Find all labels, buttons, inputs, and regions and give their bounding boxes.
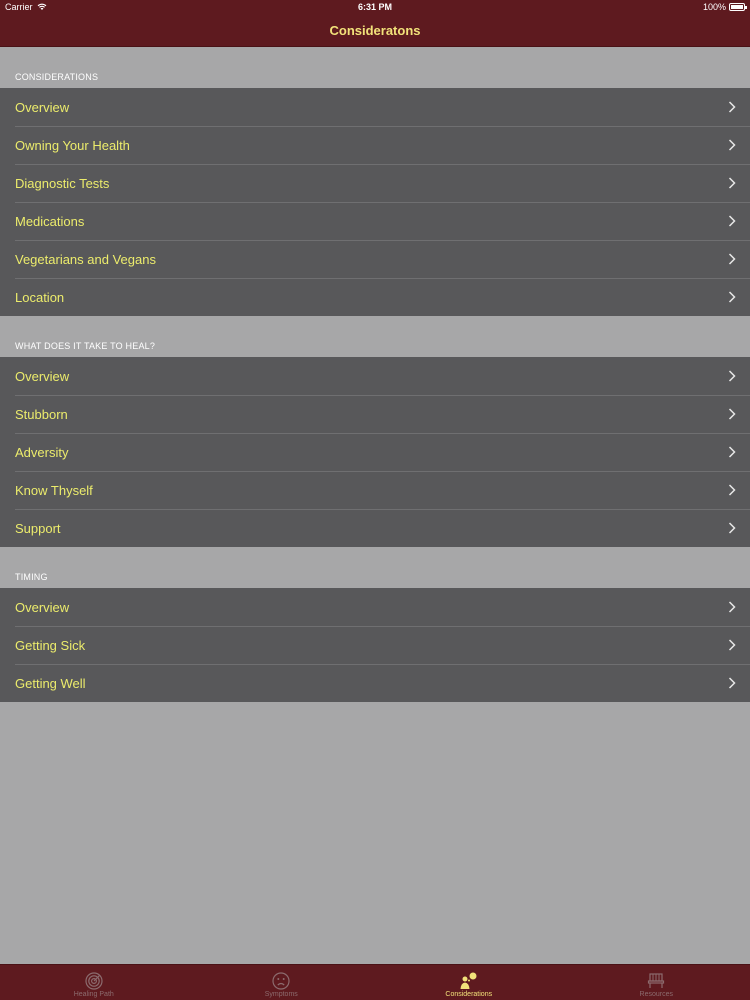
list-item-label: Owning Your Health: [15, 137, 130, 153]
target-icon: [85, 972, 103, 990]
list-item-label: Location: [15, 289, 65, 305]
status-bar: Carrier 6:31 PM 100%: [0, 0, 750, 14]
list-item-label: Overview: [15, 599, 70, 615]
chevron-right-icon: [728, 408, 736, 420]
chevron-right-icon: [728, 446, 736, 458]
list-item-label: Diagnostic Tests: [15, 175, 110, 191]
list-item-label: Vegetarians and Vegans: [15, 251, 156, 267]
list-item-label: Support: [15, 520, 61, 536]
tab-label: Symptoms: [264, 991, 298, 998]
list-item[interactable]: Support: [0, 509, 750, 547]
navigation-bar: Consideratons: [0, 14, 750, 47]
list-item-label: Adversity: [15, 444, 69, 460]
list-item[interactable]: Location: [0, 278, 750, 316]
sad-face-icon: [272, 972, 290, 990]
list-item[interactable]: Getting Well: [0, 664, 750, 702]
tab-label: Healing Path: [73, 991, 114, 998]
section-header-label: TIMING: [15, 572, 48, 582]
list-item-label: Medications: [15, 213, 85, 229]
battery-icon: [729, 3, 747, 11]
chevron-right-icon: [728, 253, 736, 265]
battery-percent: 100%: [702, 2, 726, 12]
chevron-right-icon: [728, 677, 736, 689]
chevron-right-icon: [728, 484, 736, 496]
chevron-right-icon: [728, 177, 736, 189]
list-item-label: Getting Well: [15, 675, 86, 691]
tab-label: Considerations: [445, 991, 493, 998]
bench-icon: [648, 973, 665, 988]
chevron-right-icon: [728, 522, 736, 534]
tab-considerations[interactable]: Considerations: [375, 965, 563, 1000]
tab-healing-path[interactable]: Healing Path: [0, 965, 188, 1000]
person-thought-icon: [460, 972, 477, 989]
section-header-what-does-it-take: WHAT DOES IT TAKE TO HEAL?: [0, 316, 750, 357]
chevron-right-icon: [728, 639, 736, 651]
tab-bar: Healing Path Symptoms Considerations Res…: [0, 964, 750, 1000]
section-header-considerations: CONSIDERATIONS: [0, 47, 750, 88]
list-item[interactable]: Know Thyself: [0, 471, 750, 509]
list-item[interactable]: Stubborn: [0, 395, 750, 433]
list-item[interactable]: Owning Your Health: [0, 126, 750, 164]
list-item[interactable]: Overview: [0, 88, 750, 126]
list-item-label: Overview: [15, 368, 70, 384]
chevron-right-icon: [728, 291, 736, 303]
list-item[interactable]: Getting Sick: [0, 626, 750, 664]
page-title: Consideratons: [329, 23, 421, 38]
status-time: 6:31 PM: [357, 2, 392, 12]
chevron-right-icon: [728, 601, 736, 613]
list-item[interactable]: Medications: [0, 202, 750, 240]
list-item-label: Stubborn: [15, 406, 68, 422]
chevron-right-icon: [728, 370, 736, 382]
tab-symptoms[interactable]: Symptoms: [188, 965, 376, 1000]
list-item-label: Overview: [15, 99, 70, 115]
list-item-label: Know Thyself: [15, 482, 93, 498]
list-item[interactable]: Overview: [0, 588, 750, 626]
table-view[interactable]: CONSIDERATIONS Overview Owning Your Heal…: [0, 47, 750, 702]
chevron-right-icon: [728, 139, 736, 151]
battery-indicator: 100%: [702, 2, 747, 12]
section-header-timing: TIMING: [0, 547, 750, 588]
list-item[interactable]: Overview: [0, 357, 750, 395]
chevron-right-icon: [728, 215, 736, 227]
section-header-label: CONSIDERATIONS: [15, 72, 99, 82]
chevron-right-icon: [728, 101, 736, 113]
section-header-label: WHAT DOES IT TAKE TO HEAL?: [15, 341, 156, 351]
tab-resources[interactable]: Resources: [563, 965, 750, 1000]
list-item-label: Getting Sick: [15, 637, 86, 653]
list-item[interactable]: Vegetarians and Vegans: [0, 240, 750, 278]
list-item[interactable]: Adversity: [0, 433, 750, 471]
list-item[interactable]: Diagnostic Tests: [0, 164, 750, 202]
tab-label: Resources: [639, 991, 673, 998]
